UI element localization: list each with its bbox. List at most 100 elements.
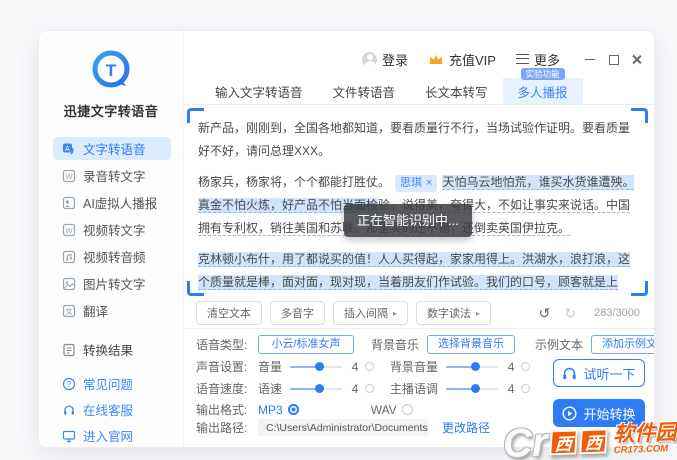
button-label: 多音字 — [281, 305, 314, 321]
crown-icon — [428, 53, 444, 66]
sound-settings-label: 声音设置: — [196, 358, 258, 375]
output-path-input[interactable]: C:\Users\Administrator\Documents — [258, 419, 428, 436]
undo-icon[interactable]: ↺ — [539, 306, 551, 320]
caret-right-icon: ▸ — [476, 309, 480, 318]
svg-text:?: ? — [67, 380, 72, 389]
headphones-icon — [562, 367, 577, 380]
login-label: 登录 — [382, 50, 408, 69]
window-controls — [584, 53, 642, 65]
text-editor[interactable]: 新产品，刚刚到，全国各地都知道，要看质量行不行，当场试验作证明。要看质量好不好，… — [186, 105, 649, 298]
sidebar-item-video-to-text[interactable]: W 视频转文字 — [53, 218, 171, 241]
add-sample-text-button[interactable]: 添加示例文本 — [591, 335, 655, 354]
wav-radio[interactable] — [402, 404, 413, 415]
frame-corner-icon — [187, 108, 204, 123]
sidebar-item-label: 转换结果 — [83, 340, 133, 359]
sidebar-item-online-support[interactable]: 在线客服 — [53, 398, 171, 421]
slider-thumb[interactable] — [315, 362, 324, 371]
speed-slider[interactable] — [290, 388, 342, 390]
main-panel: 登录 充值VIP 更多 输入文字转语音 文件转语音 长文本转写 — [184, 31, 654, 447]
bg-volume-slider[interactable] — [446, 366, 498, 368]
button-label: 添加示例文本 — [602, 338, 655, 350]
sidebar-item-video-to-audio[interactable]: 视频转音频 — [53, 245, 171, 268]
format-wav-label: WAV — [371, 403, 397, 417]
char-counter: 283/3000 — [594, 307, 640, 319]
play-circle-icon — [562, 406, 577, 421]
tab-long-text[interactable]: 长文本转写 — [410, 78, 503, 104]
volume-slider[interactable] — [290, 366, 342, 368]
sidebar-menu: A 文字转语音 W 录音转文字 AI虚拟人播报 W 视频转文字 视频转音频 图 — [39, 137, 183, 447]
video-to-text-icon: W — [62, 223, 76, 237]
tone-value: 4 — [506, 382, 516, 396]
tag-close-icon[interactable]: × — [426, 177, 432, 189]
tag-label: 思琪 — [400, 177, 422, 189]
slider-thumb[interactable] — [471, 384, 480, 393]
sidebar-item-faq[interactable]: ? 常见问题 — [53, 372, 171, 395]
hamburger-icon — [516, 54, 529, 65]
tone-slider[interactable] — [446, 388, 498, 390]
change-path-link[interactable]: 更改路径 — [442, 419, 490, 436]
reset-icon[interactable] — [521, 362, 530, 371]
voice-type-button[interactable]: 小云/标准女声 — [258, 335, 354, 354]
sidebar-item-label: 文字转语音 — [83, 139, 146, 158]
paragraph-3: 克林顿小布什，用了都说买的值！人人买得起，家家用得上。洪湖水，浪打浪，这个质量就… — [198, 248, 635, 298]
avatar-icon — [362, 52, 377, 67]
tab-input-text-to-speech[interactable]: 输入文字转语音 — [200, 78, 318, 104]
sidebar-item-label: 视频转音频 — [83, 247, 146, 266]
voice-type-label: 语音类型: — [196, 336, 258, 353]
tab-file-to-speech[interactable]: 文件转语音 — [318, 78, 411, 104]
choose-bgm-button[interactable]: 选择背景音乐 — [427, 335, 515, 354]
button-label: 试听一下 — [583, 364, 635, 383]
sidebar-item-official-site[interactable]: 进入官网 — [53, 424, 171, 447]
sidebar-item-image-to-text[interactable]: 图片转文字 — [53, 272, 171, 295]
experimental-badge: 实验功能 — [521, 68, 565, 80]
sidebar-item-label: 录音转文字 — [83, 166, 146, 185]
button-label: 小云/标准女声 — [271, 338, 340, 350]
voice-tag-siqi[interactable]: 思琪 × — [395, 175, 437, 192]
maximize-icon[interactable] — [607, 53, 619, 65]
sidebar-item-ai-avatar[interactable]: AI虚拟人播报 — [53, 191, 171, 214]
speed-label: 语速 — [258, 380, 282, 397]
tab-multi-speaker[interactable]: 多人播报 实验功能 — [503, 78, 583, 104]
sidebar-item-conversion-results[interactable]: 转换结果 — [53, 338, 171, 361]
button-label: 开始转换 — [583, 404, 635, 423]
login-button[interactable]: 登录 — [362, 50, 408, 69]
bg-volume-label: 背景音量 — [390, 358, 438, 375]
minimize-icon[interactable] — [584, 53, 596, 65]
insert-pause-button[interactable]: 插入间隔▸ — [333, 301, 408, 325]
speed-settings-label: 语音速度: — [196, 380, 258, 397]
preview-listen-button[interactable]: 试听一下 — [553, 359, 645, 387]
paragraph-1: 新产品，刚刚到，全国各地都知道，要看质量行不行，当场试验作证明。要看质量好不好，… — [198, 117, 635, 163]
watermark-cr-logo: Cr — [502, 426, 548, 460]
more-menu-button[interactable]: 更多 — [516, 50, 560, 69]
sidebar-item-audio-to-text[interactable]: W 录音转文字 — [53, 164, 171, 187]
sidebar-item-label: 进入官网 — [83, 426, 133, 445]
reset-icon[interactable] — [521, 384, 530, 393]
tab-bar: 输入文字转语音 文件转语音 长文本转写 多人播报 实验功能 — [184, 78, 654, 105]
translate-icon: 文 — [62, 304, 76, 318]
button-label: 清空文本 — [207, 305, 251, 321]
number-reading-button[interactable]: 数字读法▸ — [416, 301, 491, 325]
paragraph-text: 杨家兵，杨家将，个个都能打胜仗。 — [198, 175, 390, 189]
reset-icon[interactable] — [365, 362, 374, 371]
watermark-tile: 西 — [549, 429, 578, 455]
recharge-vip-button[interactable]: 充值VIP — [428, 50, 496, 69]
svg-text:A: A — [65, 145, 70, 152]
polyphonic-button[interactable]: 多音字 — [270, 301, 325, 325]
close-icon[interactable] — [630, 53, 642, 65]
redo-icon[interactable]: ↻ — [564, 306, 576, 320]
headset-icon — [62, 403, 76, 417]
sidebar-item-translate[interactable]: 文 翻译 — [53, 299, 171, 322]
clear-text-button[interactable]: 清空文本 — [196, 301, 262, 325]
mp3-radio[interactable] — [288, 404, 299, 415]
reset-icon[interactable] — [365, 384, 374, 393]
sidebar: T 迅捷文字转语音 A 文字转语音 W 录音转文字 AI虚拟人播报 W 视频转文… — [39, 31, 184, 447]
sidebar-item-label: 翻译 — [83, 301, 108, 320]
sidebar-item-text-to-speech[interactable]: A 文字转语音 — [53, 137, 171, 160]
watermark-tile: 西 — [579, 428, 608, 454]
svg-text:T: T — [106, 61, 117, 80]
slider-thumb[interactable] — [471, 362, 480, 371]
sidebar-item-label: AI虚拟人播报 — [83, 193, 157, 212]
text-to-speech-icon: A — [62, 142, 76, 156]
volume-label: 音量 — [258, 358, 282, 375]
slider-thumb[interactable] — [315, 384, 324, 393]
